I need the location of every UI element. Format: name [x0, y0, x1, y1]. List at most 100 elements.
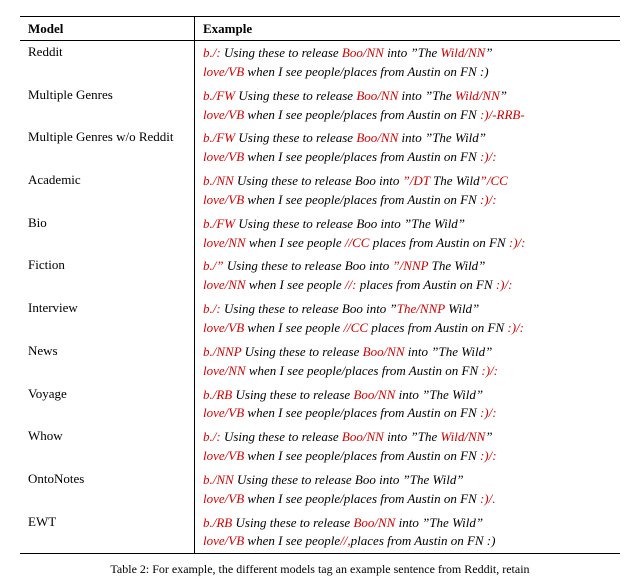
token: when I see people: [244, 533, 340, 548]
example-cell: b./FW Using these to release Boo into ”T…: [195, 212, 621, 255]
error-token: Wild/NN: [455, 88, 500, 103]
error-token: b./FW: [203, 88, 235, 103]
token: when I see people/places from Austin on …: [244, 107, 480, 122]
error-token: //,: [340, 533, 350, 548]
caption-body: For example, the different models tag an…: [152, 562, 529, 576]
error-token: :)/:: [480, 149, 497, 164]
example-cell: b./: Using these to release Boo/NN into …: [195, 425, 621, 468]
error-token: :)/.: [480, 491, 496, 506]
error-token: Wild/NN: [441, 45, 486, 60]
token: Using these to release: [235, 130, 356, 145]
token: when I see people: [244, 320, 343, 335]
error-token: b./:: [203, 45, 221, 60]
token: into ”The Wild”: [395, 387, 483, 402]
error-token: love/VB: [203, 533, 244, 548]
token: Using these to release: [232, 387, 353, 402]
token: when I see people: [246, 235, 345, 250]
token: when I see people/places from Austin on …: [244, 149, 480, 164]
error-token: Boo/NN: [356, 130, 398, 145]
model-cell: Interview: [20, 297, 195, 340]
token: into ”The Wild”: [395, 515, 483, 530]
token: The Wild: [430, 173, 480, 188]
header-model: Model: [20, 17, 195, 41]
error-token: :)/:: [480, 448, 497, 463]
token: into ”The: [384, 45, 441, 60]
token: when I see people/places from Austin on …: [244, 405, 480, 420]
error-token: b./FW: [203, 216, 235, 231]
example-cell: b./RB Using these to release Boo/NN into…: [195, 511, 621, 554]
error-token: :)/:: [509, 235, 526, 250]
token: Using these to release: [241, 344, 362, 359]
error-token: love/VB: [203, 405, 244, 420]
token: Using these to release Boo into: [224, 258, 393, 273]
token: Using these to release: [221, 429, 342, 444]
error-token: //CC: [345, 235, 370, 250]
error-token: Wild/NN: [441, 429, 486, 444]
model-cell: Reddit: [20, 41, 195, 84]
caption-label: Table 2:: [110, 562, 149, 576]
error-token: love/VB: [203, 192, 244, 207]
token: when I see people/places from Austin on …: [246, 363, 482, 378]
error-token: love/NN: [203, 235, 246, 250]
error-token: :)/:: [507, 320, 524, 335]
model-cell: News: [20, 340, 195, 383]
error-token: b./:: [203, 301, 221, 316]
token: places from Austin on FN :): [351, 533, 496, 548]
token: when I see people/places from Austin on …: [244, 64, 488, 79]
model-cell: Multiple Genres: [20, 84, 195, 127]
error-token: ”/NNP: [392, 258, 428, 273]
error-token: Boo/NN: [353, 387, 395, 402]
error-token: b./NNP: [203, 344, 241, 359]
token: The Wild”: [428, 258, 485, 273]
error-token: love/VB: [203, 107, 244, 122]
error-token: :)/:: [496, 277, 513, 292]
error-token: love/VB: [203, 64, 244, 79]
table-caption: Table 2: For example, the different mode…: [20, 562, 620, 577]
table-row: Multiple Genresb./FW Using these to rele…: [20, 84, 620, 127]
table-row: EWTb./RB Using these to release Boo/NN i…: [20, 511, 620, 554]
token: places from Austin on FN: [369, 235, 508, 250]
token: ”: [485, 45, 492, 60]
token: when I see people/places from Austin on …: [244, 491, 480, 506]
model-cell: Academic: [20, 169, 195, 212]
error-token: :)/:: [481, 363, 498, 378]
model-cell: Voyage: [20, 383, 195, 426]
token: Using these to release: [221, 45, 342, 60]
error-token: love/VB: [203, 491, 244, 506]
header-example: Example: [195, 17, 621, 41]
error-token: The/NNP: [397, 301, 445, 316]
token: Using these to release Boo into: [234, 173, 403, 188]
error-token: b./FW: [203, 130, 235, 145]
error-token: love/VB: [203, 320, 244, 335]
error-token: Boo/NN: [353, 515, 395, 530]
token: Using these to release Boo into ”: [221, 301, 397, 316]
table-row: Redditb./: Using these to release Boo/NN…: [20, 41, 620, 84]
token: Using these to release: [235, 88, 356, 103]
token: when I see people/places from Austin on …: [244, 192, 480, 207]
token: Using these to release Boo into ”The Wil…: [235, 216, 465, 231]
error-token: love/VB: [203, 448, 244, 463]
token: ”: [500, 88, 507, 103]
table-row: Fictionb./” Using these to release Boo i…: [20, 254, 620, 297]
error-token: :)/-RRB-: [480, 107, 525, 122]
table-row: Newsb./NNP Using these to release Boo/NN…: [20, 340, 620, 383]
example-cell: b./FW Using these to release Boo/NN into…: [195, 126, 621, 169]
model-cell: Whow: [20, 425, 195, 468]
error-token: Boo/NN: [342, 429, 384, 444]
table-row: Multiple Genres w/o Redditb./FW Using th…: [20, 126, 620, 169]
error-token: //CC: [343, 320, 368, 335]
error-token: love/NN: [203, 363, 246, 378]
error-token: love/VB: [203, 149, 244, 164]
token: into ”The: [398, 88, 455, 103]
examples-table: Model Example Reddit b./: Using these to …: [20, 16, 620, 554]
table-row: OntoNotesb./NN Using these to release Bo…: [20, 468, 620, 511]
token: when I see people: [246, 277, 345, 292]
example-cell: b./FW Using these to release Boo/NN into…: [195, 84, 621, 127]
token: into ”The Wild”: [398, 130, 486, 145]
error-token: :)/:: [480, 192, 497, 207]
token: places from Austin on FN: [356, 277, 495, 292]
token: ”: [485, 429, 492, 444]
example-cell: b./RB Using these to release Boo/NN into…: [195, 383, 621, 426]
table-row: Interview b./: Using these to release Boo…: [20, 297, 620, 340]
error-token: :)/:: [480, 405, 497, 420]
